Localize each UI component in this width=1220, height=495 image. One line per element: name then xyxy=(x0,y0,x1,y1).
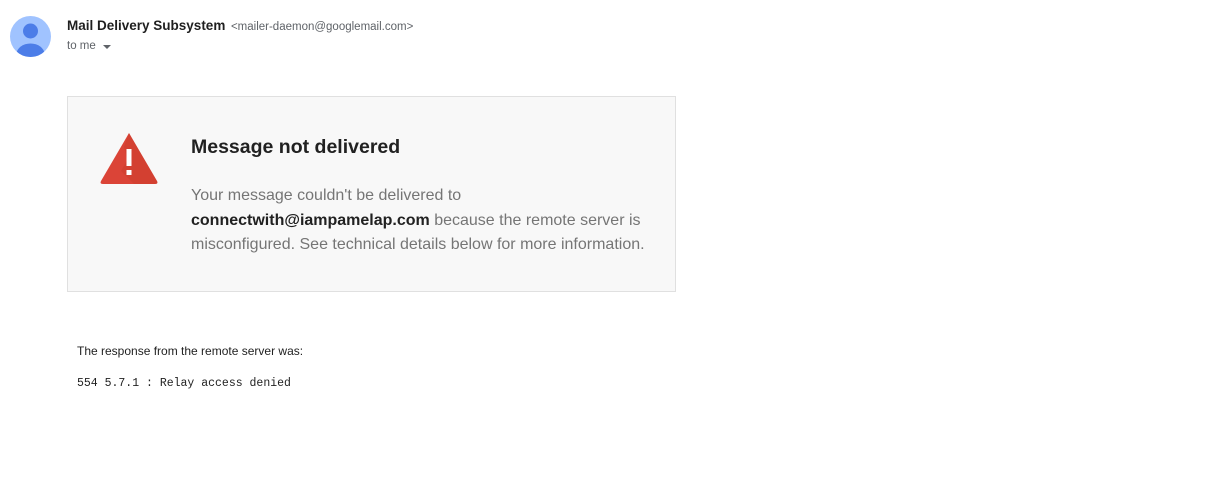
response-code: 554 5.7.1 : Relay access denied xyxy=(77,377,291,390)
sender-avatar[interactable] xyxy=(10,16,51,57)
response-label: The response from the remote server was: xyxy=(77,344,304,358)
recipient-label: to me xyxy=(67,40,96,52)
notice-body: Your message couldn't be delivered to co… xyxy=(191,184,661,258)
warning-icon xyxy=(100,133,158,184)
delivery-failure-card: Message not delivered Your message could… xyxy=(67,96,676,292)
sender-name[interactable]: Mail Delivery Subsystem xyxy=(67,18,225,33)
notice-title: Message not delivered xyxy=(191,136,401,158)
sender-line: Mail Delivery Subsystem <mailer-daemon@g… xyxy=(67,17,413,36)
sender-email: <mailer-daemon@googlemail.com> xyxy=(230,21,414,33)
chevron-down-icon[interactable] xyxy=(102,44,111,49)
person-icon xyxy=(16,23,45,57)
message-header: Mail Delivery Subsystem <mailer-daemon@g… xyxy=(10,14,610,58)
notice-text-before: Your message couldn't be delivered to xyxy=(191,187,462,204)
recipient-details[interactable]: to me xyxy=(67,38,111,54)
failed-recipient-address: connectwith@iampamelap.com xyxy=(191,211,430,229)
